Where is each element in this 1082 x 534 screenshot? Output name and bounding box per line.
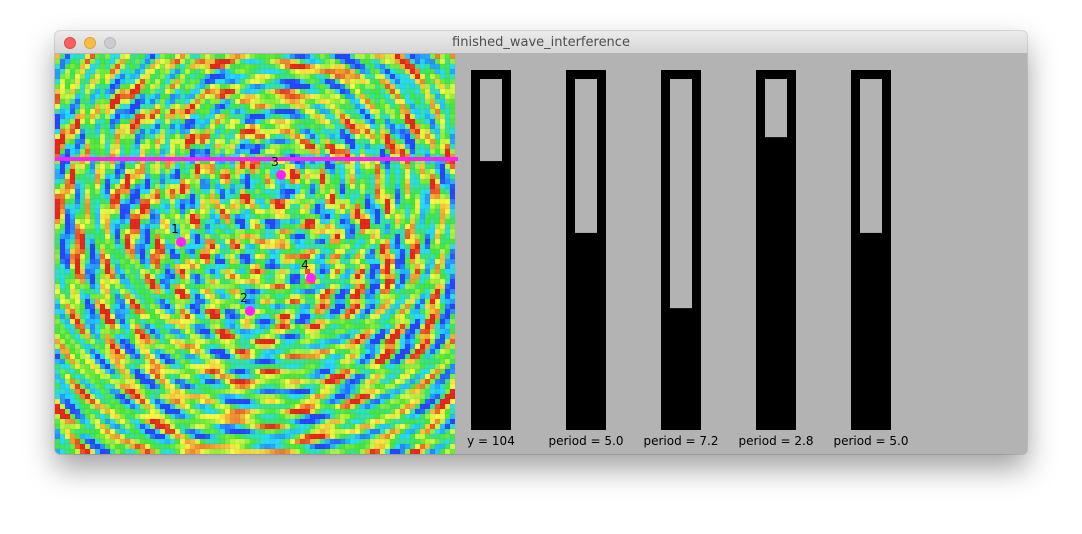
wave-source-1[interactable] <box>176 237 186 247</box>
wave-source-label: 1 <box>171 222 179 236</box>
interference-field[interactable] <box>55 54 456 454</box>
bar-label: period = 7.2 <box>644 434 719 448</box>
window-title: finished_wave_interference <box>452 35 630 50</box>
wave-source-2[interactable] <box>245 306 255 316</box>
wave-source-label: 2 <box>240 291 248 305</box>
app-window: finished_wave_interference 1 2 3 4 y = 104 pe… <box>55 31 1027 454</box>
bar-label: period = 5.0 <box>549 434 624 448</box>
bar-label: period = 5.0 <box>834 434 909 448</box>
wave-source-label: 4 <box>301 258 309 272</box>
amplitude-bar-fill <box>670 79 692 309</box>
bar-label: y = 104 <box>467 434 515 448</box>
amplitude-bar-fill <box>765 79 787 138</box>
sketch-canvas[interactable]: 1 2 3 4 y = 104 period = 5.0 period = 7.2 perio… <box>55 54 1027 454</box>
wave-source-label: 3 <box>271 155 279 169</box>
sketch-svg[interactable]: 1 2 3 4 y = 104 period = 5.0 period = 7.2 perio… <box>55 54 1027 454</box>
title-bar[interactable]: finished_wave_interference <box>55 31 1027 54</box>
wave-source-4[interactable] <box>306 273 316 283</box>
amplitude-bar-fill <box>575 79 597 233</box>
amplitude-bar-fill <box>860 79 882 233</box>
bar-label: period = 2.8 <box>739 434 814 448</box>
amplitude-bar-fill <box>480 79 502 162</box>
wave-source-3[interactable] <box>276 170 286 180</box>
